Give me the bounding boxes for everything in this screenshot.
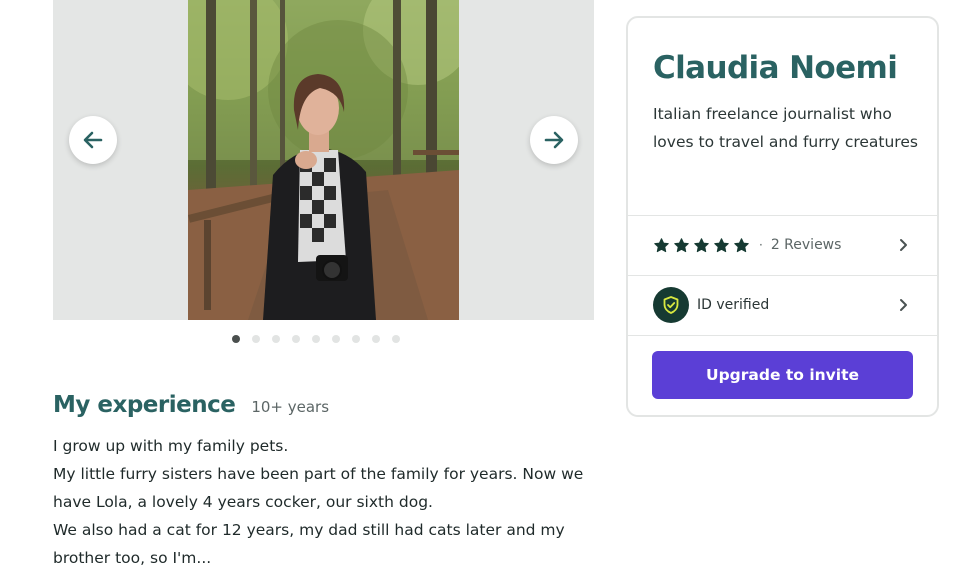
experience-line: We also had a cat for 12 years, my dad s… xyxy=(53,521,565,567)
arrow-right-icon xyxy=(544,131,564,149)
experience-title: My experience xyxy=(53,392,236,418)
id-verified-label: ID verified xyxy=(697,297,770,313)
separator-dot: · xyxy=(759,238,763,252)
star-icon xyxy=(654,237,669,252)
next-photo-button[interactable] xyxy=(530,116,578,164)
experience-header: My experience 10+ years xyxy=(53,392,329,418)
shield-check-icon xyxy=(663,296,679,314)
previous-photo-button[interactable] xyxy=(69,116,117,164)
rating-stars xyxy=(653,237,750,254)
carousel-dot[interactable] xyxy=(312,335,320,343)
carousel-dot[interactable] xyxy=(352,335,360,343)
star-icon xyxy=(714,237,729,252)
photo-carousel xyxy=(53,0,594,320)
divider xyxy=(628,335,937,336)
experience-line: My little furry sisters have been part o… xyxy=(53,465,584,511)
experience-line: I grow up with my family pets. xyxy=(53,437,289,455)
star-icon xyxy=(734,237,749,252)
profile-card: Claudia Noemi Italian freelance journali… xyxy=(626,16,939,417)
carousel-dot[interactable] xyxy=(252,335,260,343)
experience-description: I grow up with my family pets. My little… xyxy=(53,432,598,572)
carousel-dot[interactable] xyxy=(292,335,300,343)
carousel-dot[interactable] xyxy=(232,335,240,343)
star-icon xyxy=(674,237,689,252)
carousel-dot[interactable] xyxy=(392,335,400,343)
profile-name: Claudia Noemi xyxy=(653,50,898,86)
carousel-dot[interactable] xyxy=(372,335,380,343)
star-icon xyxy=(694,237,709,252)
verified-badge xyxy=(653,287,689,323)
upgrade-to-invite-button[interactable]: Upgrade to invite xyxy=(652,351,913,399)
reviews-count: 2 Reviews xyxy=(770,237,842,253)
profile-photo xyxy=(188,0,459,320)
carousel-dot[interactable] xyxy=(272,335,280,343)
experience-years: 10+ years xyxy=(251,398,330,416)
reviews-row[interactable]: · 2 Reviews xyxy=(628,216,937,274)
carousel-dot[interactable] xyxy=(332,335,340,343)
carousel-pagination xyxy=(232,335,400,343)
id-verified-row[interactable]: ID verified xyxy=(628,276,937,334)
chevron-right-icon xyxy=(900,239,907,251)
chevron-right-icon xyxy=(900,299,907,311)
arrow-left-icon xyxy=(83,131,103,149)
profile-bio: Italian freelance journalist who loves t… xyxy=(653,105,918,151)
